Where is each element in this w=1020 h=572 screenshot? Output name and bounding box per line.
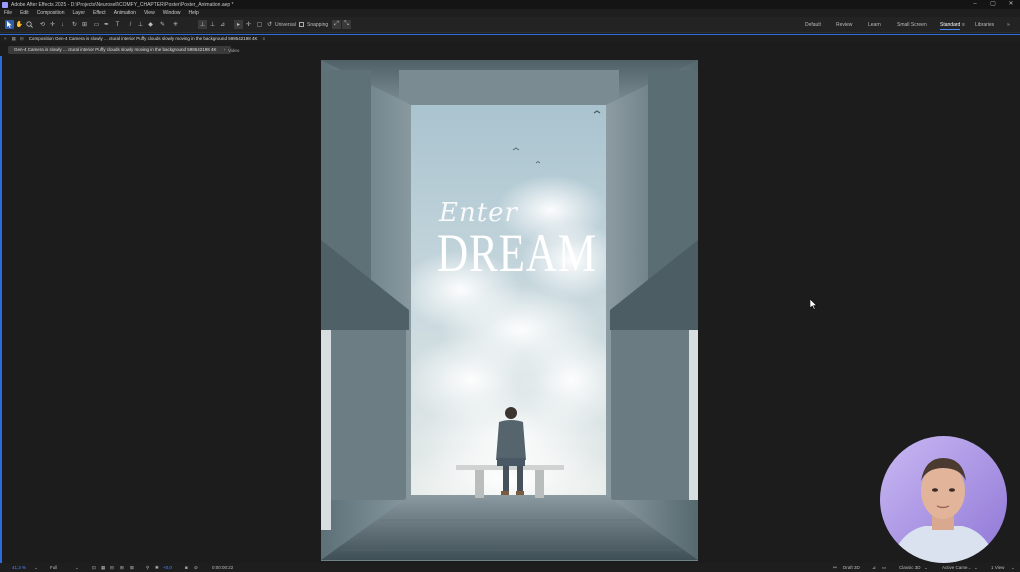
workspace-standard[interactable]: Standard: [940, 22, 961, 30]
universal-rotate-icon[interactable]: ↺: [265, 20, 274, 29]
eraser-tool-icon[interactable]: ◆: [146, 20, 155, 29]
workspace-small-screen[interactable]: Small Screen: [897, 22, 927, 28]
type-tool-icon[interactable]: T: [113, 20, 122, 29]
poster-main-text: DREAM: [437, 223, 598, 283]
pan-tool-icon[interactable]: ✛: [48, 20, 57, 29]
workspace-review[interactable]: Review: [836, 22, 852, 28]
panel-options-icon[interactable]: ⊟: [20, 36, 24, 42]
composition-panel-title[interactable]: Composition Gen-4 Camera is slowly ... c…: [29, 36, 258, 41]
panel-lock-icon[interactable]: ▦: [12, 36, 16, 42]
universal-label: Universal: [275, 22, 296, 28]
tab-close-icon[interactable]: ‹: [224, 47, 226, 52]
workspace-default[interactable]: Default: [805, 22, 821, 28]
pen-tool-icon[interactable]: ✒: [102, 20, 111, 29]
zoom-level[interactable]: 41,3 %: [12, 565, 26, 570]
world-axis-mode-icon[interactable]: ⊥: [208, 20, 217, 29]
menu-window[interactable]: Window: [159, 10, 185, 16]
presenter-image: [880, 436, 1007, 563]
menu-view[interactable]: View: [140, 10, 159, 16]
universal-select-icon[interactable]: ▸: [234, 20, 243, 29]
snapping-checkbox[interactable]: [297, 20, 306, 29]
view-axis-mode-icon[interactable]: ⊿: [218, 20, 227, 29]
draft-3d-icon[interactable]: ⚯: [833, 565, 837, 571]
panel-collapse-icon[interactable]: ×: [4, 36, 7, 41]
region-of-interest-icon[interactable]: ⊡: [92, 565, 96, 571]
hand-tool-icon[interactable]: ✋: [15, 20, 24, 29]
menu-animation[interactable]: Animation: [110, 10, 140, 16]
poster-artwork: [321, 60, 698, 560]
after-effects-logo-icon: [2, 1, 8, 8]
local-axis-mode-icon[interactable]: ⊥: [198, 20, 207, 29]
mouse-cursor-icon: [809, 297, 818, 315]
universal-scale-icon[interactable]: ▢: [255, 20, 264, 29]
renderer-dropdown-icon[interactable]: ⌄: [924, 565, 928, 571]
transparency-grid-icon[interactable]: ▦: [101, 565, 105, 571]
view-layout-select[interactable]: 1 View: [991, 565, 1004, 570]
current-time[interactable]: 0:00:00:22: [212, 565, 233, 570]
workspace-menu-icon[interactable]: ≡: [962, 22, 965, 28]
resolution-dropdown-icon[interactable]: ⌄: [75, 565, 79, 571]
window-title: Adobe After Effects 2025 - D:\Projects\N…: [11, 1, 234, 8]
mask-visibility-icon[interactable]: ⊟: [110, 565, 114, 571]
menu-help[interactable]: Help: [184, 10, 202, 16]
maximize-button[interactable]: ▢: [984, 0, 1002, 9]
renderer-select[interactable]: Classic 3D: [899, 565, 921, 570]
title-bar: Adobe After Effects 2025 - D:\Projects\N…: [0, 0, 1020, 9]
snapshot-icon[interactable]: ◙: [185, 565, 188, 570]
menu-edit[interactable]: Edit: [16, 10, 33, 16]
channel-icon[interactable]: ⊠: [130, 565, 134, 571]
viewer-status-bar: 41,3 % ⌄ Full ⌄ ⊡ ▦ ⊟ ⊞ ⊠ ⚲ ✱ +0,0 ◙ ⊘ 0…: [0, 563, 1020, 572]
rotate-tool-icon[interactable]: ↻: [70, 20, 79, 29]
extended-viewer-icon[interactable]: ▭: [882, 565, 886, 571]
roto-brush-tool-icon[interactable]: ✎: [158, 20, 167, 29]
camera-dropdown-icon[interactable]: ⌄: [974, 565, 978, 571]
snap-features-icon[interactable]: ⤡: [342, 20, 351, 29]
composition-tab[interactable]: Gen-4 Camera is slowly ... ctural interi…: [8, 46, 232, 54]
menu-layer[interactable]: Layer: [68, 10, 89, 16]
workspace-overflow-icon[interactable]: »: [1007, 22, 1010, 28]
snapping-label: Snapping: [307, 22, 329, 28]
view-layout-dropdown-icon[interactable]: ⌄: [1011, 565, 1015, 571]
pan-behind-tool-icon[interactable]: ⊞: [80, 20, 89, 29]
color-management-icon[interactable]: ⚲: [146, 565, 149, 571]
clone-stamp-tool-icon[interactable]: ⊥: [136, 20, 145, 29]
orbit-tool-icon[interactable]: ⟲: [38, 20, 47, 29]
exposure-value[interactable]: +0,0: [163, 565, 172, 570]
webcam-overlay: [880, 436, 1007, 563]
dolly-tool-icon[interactable]: ↓: [58, 20, 67, 29]
3d-ground-plane-icon[interactable]: ⊿: [872, 565, 876, 571]
video-tab[interactable]: Video: [228, 48, 239, 53]
zoom-tool-icon[interactable]: [25, 20, 34, 29]
resolution-select[interactable]: Full: [50, 565, 57, 570]
close-button[interactable]: ✕: [1002, 0, 1020, 9]
composition-panel-menu-icon[interactable]: ≡: [262, 36, 265, 41]
menu-effect[interactable]: Effect: [89, 10, 110, 16]
workspace-learn[interactable]: Learn: [868, 22, 881, 28]
universal-move-icon[interactable]: ✛: [244, 20, 253, 29]
camera-view-select[interactable]: Active Came...: [942, 565, 971, 570]
zoom-dropdown-icon[interactable]: ⌄: [34, 565, 38, 571]
selection-tool-icon[interactable]: [5, 20, 14, 29]
draft-3d-label[interactable]: Draft 3D: [843, 565, 860, 570]
exposure-reset-icon[interactable]: ✱: [155, 565, 159, 571]
menu-composition[interactable]: Composition: [33, 10, 69, 16]
menu-bar: File Edit Composition Layer Effect Anima…: [0, 9, 1020, 17]
rectangle-tool-icon[interactable]: ▭: [92, 20, 101, 29]
composition-panel-header: × ▦ ⊟ Composition Gen-4 Camera is slowly…: [0, 34, 1020, 42]
composition-frame[interactable]: Enter DREAM: [321, 60, 698, 561]
composition-tab-label: Gen-4 Camera is slowly ... ctural interi…: [14, 47, 217, 52]
viewer-tab-bar: Gen-4 Camera is slowly ... ctural interi…: [0, 44, 1020, 56]
menu-file[interactable]: File: [0, 10, 16, 16]
puppet-tool-icon[interactable]: ✳: [171, 20, 180, 29]
show-snapshot-icon[interactable]: ⊘: [194, 565, 198, 571]
workspace-libraries[interactable]: Libraries: [975, 22, 994, 28]
grid-guides-icon[interactable]: ⊞: [120, 565, 124, 571]
minimize-button[interactable]: –: [966, 0, 984, 9]
brush-tool-icon[interactable]: /: [126, 20, 135, 29]
snap-edges-icon[interactable]: ⤢: [332, 20, 341, 29]
tools-panel: ✋ ⟲ ✛ ↓ ↻ ⊞ ▭ ✒ T / ⊥ ◆ ✎ ✳ ⊥ ⊥ ⊿ ▸ ✛ ▢ …: [0, 17, 1020, 33]
